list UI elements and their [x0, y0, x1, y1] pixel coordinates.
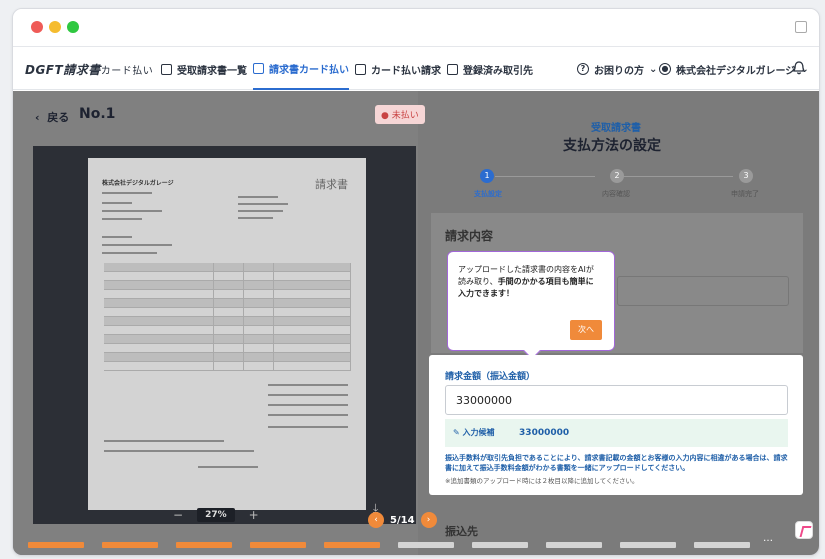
app-badge-icon[interactable] — [795, 521, 813, 539]
progress-segment — [546, 542, 602, 548]
window-chrome — [13, 9, 819, 47]
close-window-button[interactable] — [31, 21, 43, 33]
step-1-label: 支払設定 — [474, 190, 502, 198]
payee-section-title: 振込先 — [445, 525, 478, 538]
progress-segment — [102, 542, 158, 548]
amount-label: 請求金額（振込金額） — [445, 372, 536, 382]
status-badge: ● 未払い — [375, 105, 425, 124]
step-3-icon: 3 — [739, 169, 753, 183]
next-step-button[interactable]: › — [420, 512, 437, 528]
help-menu[interactable]: ? お困りの方 ⌄ — [577, 48, 657, 90]
amount-section: 請求金額（振込金額） 33000000 ✎ 入力候補 33000000 振込手数… — [429, 355, 803, 495]
progress-segment — [250, 542, 306, 548]
zoom-in-button[interactable]: + — [249, 508, 259, 522]
progress-segment — [176, 542, 232, 548]
tooltip-next-button[interactable]: 次へ — [570, 320, 602, 340]
amount-input[interactable]: 33000000 — [445, 385, 788, 415]
minimize-window-button[interactable] — [49, 21, 61, 33]
progress-segment — [28, 542, 84, 548]
zoom-controls: − 27% + — [173, 508, 259, 522]
help-icon: ? — [577, 63, 589, 75]
step-3-label: 申請完了 — [731, 190, 759, 198]
preview-table — [104, 263, 351, 371]
chevron-down-icon: ⌄ — [649, 63, 658, 75]
ai-tooltip: アップロードした請求書の内容をAIが 読み取り、手間のかかる項目も簡単に 入力で… — [447, 251, 615, 360]
browser-window: DGFT請求書カード払い 受取請求書一覧 請求書カード払い カード払い請求 登録… — [12, 8, 820, 556]
partner-select[interactable] — [617, 276, 789, 306]
main-content: ‹ 戻る No.1 ● 未払い 株式会社デジタルガレージ 請求書 − 27% +… — [13, 91, 819, 555]
section-label: 受取請求書 — [591, 123, 641, 134]
prev-step-button[interactable]: ‹ — [368, 512, 384, 528]
zoom-level: 27% — [197, 508, 235, 522]
nav-card-billing[interactable]: カード払い請求 — [355, 48, 441, 90]
preview-company: 株式会社デジタルガレージ — [102, 180, 174, 187]
zoom-out-button[interactable]: − — [173, 508, 183, 522]
user-icon: ● — [659, 63, 671, 75]
page-title: 支払方法の設定 — [563, 138, 661, 154]
tour-pager: ‹ 5/14 › — [368, 512, 437, 528]
panel-title: 請求内容 — [445, 229, 494, 243]
nav-card-payment[interactable]: 請求書カード払い — [253, 48, 349, 90]
invoice-number: No.1 — [79, 106, 116, 122]
account-menu[interactable]: ● 株式会社デジタルガレージ ⌄ — [659, 48, 809, 90]
mail-icon — [355, 63, 366, 75]
input-candidate[interactable]: ✎ 入力候補 33000000 — [445, 419, 788, 447]
app-header: DGFT請求書カード払い 受取請求書一覧 請求書カード払い カード払い請求 登録… — [13, 48, 819, 90]
app-logo[interactable]: DGFT請求書カード払い — [25, 61, 153, 78]
progress-segment — [398, 542, 454, 548]
edit-icon: ✎ — [453, 428, 463, 437]
candidate-value: 33000000 — [519, 428, 570, 438]
preview-title: 請求書 — [315, 178, 348, 191]
fee-notice: 振込手数料が取引先負担であることにより、請求書記載の金額とお客様の入力内容に相違… — [445, 454, 788, 472]
more-icon[interactable]: … — [763, 533, 773, 544]
progress-segment — [620, 542, 676, 548]
step-2-label: 内容確認 — [602, 190, 630, 198]
progress-segment — [694, 542, 750, 548]
tour-progress — [28, 542, 750, 548]
nav-registered-partners[interactable]: 登録済み取引先 — [447, 48, 533, 90]
maximize-window-button[interactable] — [67, 21, 79, 33]
progress-segment — [472, 542, 528, 548]
nav-received-invoices[interactable]: 受取請求書一覧 — [161, 48, 247, 90]
step-1-icon: 1 — [480, 169, 494, 183]
progress-segment — [324, 542, 380, 548]
card-icon — [253, 62, 264, 74]
invoice-preview: 株式会社デジタルガレージ 請求書 — [88, 158, 366, 510]
bell-icon[interactable] — [793, 61, 805, 75]
step-2-icon: 2 — [610, 169, 624, 183]
document-icon — [161, 63, 172, 75]
document-viewer[interactable]: 株式会社デジタルガレージ 請求書 − 27% + — [33, 146, 416, 524]
tour-page-indicator: 5/14 — [390, 514, 415, 526]
upload-note: ※追加書類のアップロード時には２枚目以降に追加してください。 — [445, 477, 639, 485]
back-link[interactable]: ‹ 戻る — [35, 109, 69, 125]
expand-icon[interactable] — [795, 21, 807, 33]
building-icon — [447, 63, 458, 75]
